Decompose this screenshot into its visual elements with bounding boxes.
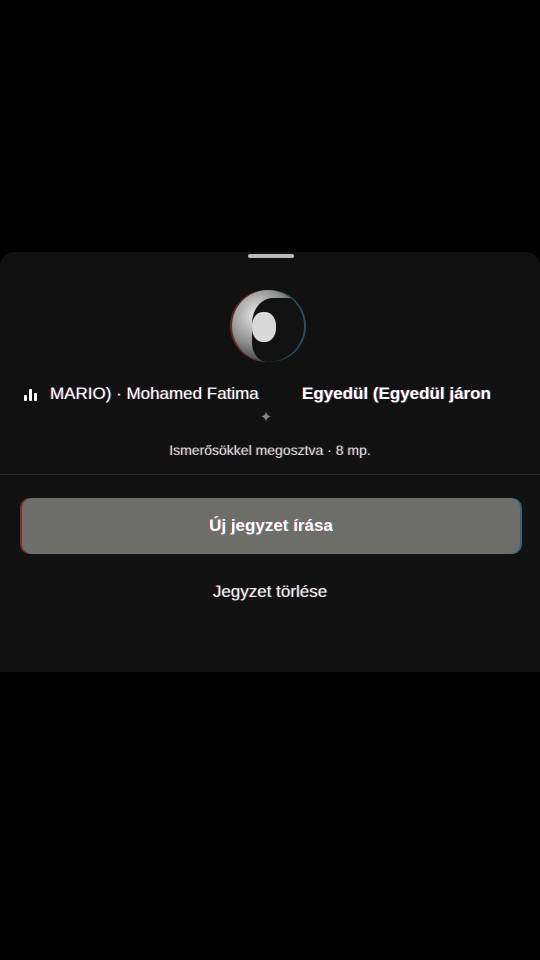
- delete-note-button[interactable]: Jegyzet törlése: [120, 576, 420, 608]
- music-note-line[interactable]: MARIO) · Mohamed Fatima Egyedül (Egyedül…: [0, 382, 540, 408]
- equalizer-icon: [24, 389, 40, 401]
- sheet-grabber[interactable]: [248, 254, 294, 258]
- profile-avatar: [232, 290, 304, 362]
- shared-status-text: Ismerősökkel megosztva · 8 mp.: [169, 442, 371, 458]
- divider: [0, 474, 540, 475]
- screen: MARIO) · Mohamed Fatima Egyedül (Egyedül…: [0, 0, 540, 960]
- note-bottom-sheet: MARIO) · Mohamed Fatima Egyedül (Egyedül…: [0, 252, 540, 672]
- music-song-title: Egyedül (Egyedül járon: [302, 384, 491, 403]
- avatar-face: [252, 312, 276, 342]
- music-artist-text: MARIO) · Mohamed Fatima: [50, 384, 259, 403]
- new-note-button[interactable]: Új jegyzet írása: [22, 498, 520, 554]
- bird-icon: ✦: [259, 409, 273, 426]
